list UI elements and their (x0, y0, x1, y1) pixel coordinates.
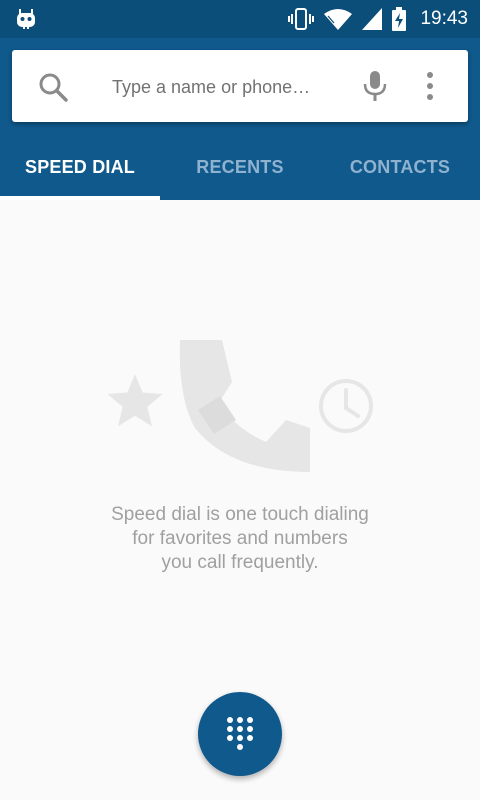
wifi-icon (324, 9, 353, 30)
clock-icon (319, 379, 373, 433)
empty-state-line: you call frequently. (161, 552, 319, 573)
mic-icon[interactable] (362, 70, 388, 102)
tab-speed-dial[interactable]: SPEED DIAL (0, 134, 160, 200)
tab-bar: SPEED DIAL RECENTS CONTACTS (0, 134, 480, 200)
search-input[interactable] (110, 72, 334, 102)
dialpad-fab-button[interactable] (198, 692, 282, 776)
dialpad-icon (227, 717, 253, 750)
tab-contacts[interactable]: CONTACTS (320, 134, 480, 200)
star-icon (107, 374, 163, 427)
cyanogen-bug-icon (17, 9, 35, 29)
vibrate-icon (288, 8, 315, 30)
empty-state-message: Speed dial is one touch dialing for favo… (40, 503, 440, 575)
signal-icon (362, 8, 383, 30)
battery-charging-icon (392, 7, 407, 31)
phone-handset-icon (179, 340, 310, 472)
empty-state-line: Speed dial is one touch dialing (111, 504, 369, 525)
search-box[interactable] (12, 50, 468, 122)
tab-recents[interactable]: RECENTS (160, 134, 320, 200)
status-time: 19:43 (420, 8, 468, 29)
empty-state-line: for favorites and numbers (132, 528, 348, 549)
status-bar: 19:43 (0, 0, 480, 38)
dialer-toolbar: SPEED DIAL RECENTS CONTACTS (0, 38, 480, 200)
speed-dial-illustration (107, 340, 373, 472)
status-icons: 19:43 (288, 0, 468, 38)
more-vert-icon[interactable] (420, 70, 440, 102)
search-icon[interactable] (38, 72, 68, 102)
